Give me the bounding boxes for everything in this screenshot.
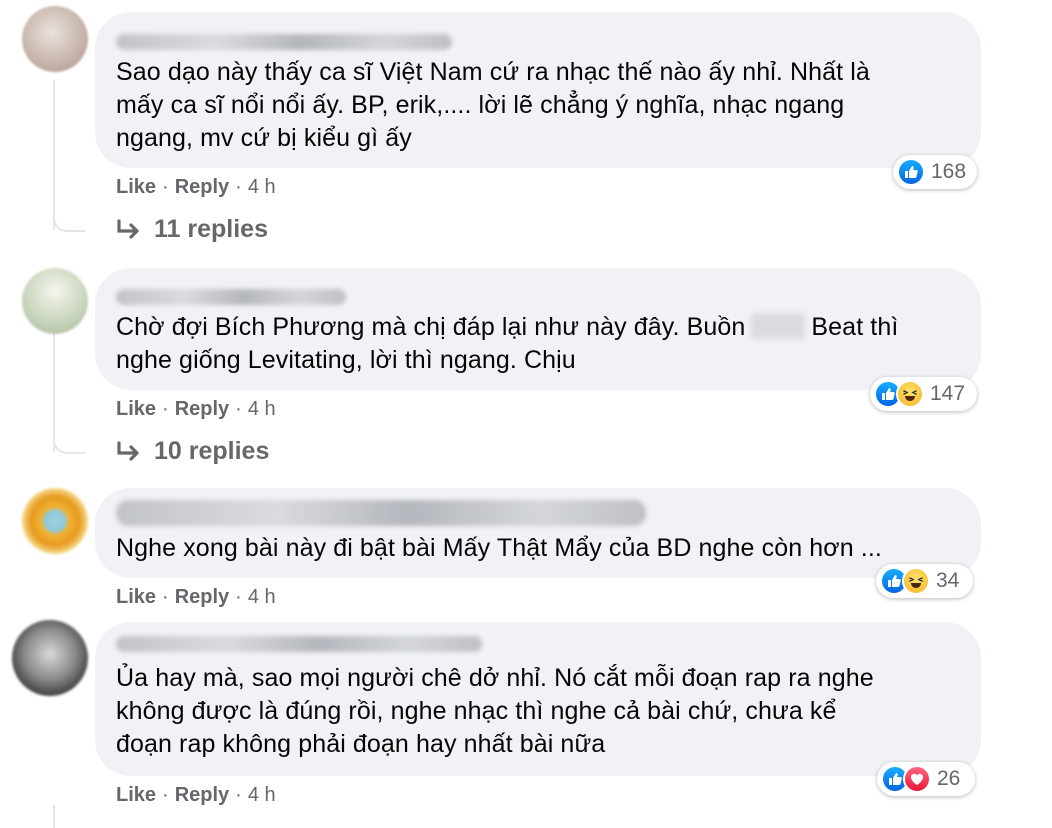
separator: · (162, 784, 169, 806)
comment-text-line: không được là đúng rồi, nghe nhạc thì ng… (116, 697, 837, 725)
like-icon (897, 158, 925, 186)
haha-icon (896, 380, 924, 408)
comment-actions: Like · Reply · 4 h (116, 586, 276, 609)
separator: · (235, 176, 242, 198)
like-link[interactable]: Like (116, 784, 156, 806)
comment-text-line: Nghe xong bài này đi bật bài Mấy Thật Mẩ… (116, 534, 882, 562)
like-link[interactable]: Like (116, 398, 156, 420)
separator: · (162, 586, 169, 608)
comment-text: Ủa hay mà, sao mọi người chê dở nhỉ. Nó … (116, 662, 966, 761)
reply-link[interactable]: Reply (175, 784, 229, 806)
separator: · (235, 784, 242, 806)
comment-text-line: Chờ đợi Bích Phương mà chị đáp lại như n… (116, 311, 966, 344)
comment-text: Sao dạo này thấy ca sĩ Việt Nam cứ ra nh… (116, 56, 966, 155)
reply-arrow-icon (117, 218, 139, 239)
reply-arrow-icon (117, 440, 139, 461)
comment-text: Nghe xong bài này đi bật bài Mấy Thật Mẩ… (116, 532, 976, 565)
comment-actions: Like · Reply · 4 h (116, 398, 276, 421)
reply-link[interactable]: Reply (175, 586, 229, 608)
reaction-count: 34 (936, 569, 960, 592)
comment-actions: Like · Reply · 4 h (116, 176, 276, 199)
reaction-summary[interactable]: 147 (870, 377, 977, 411)
comment-text-line: nghe giống Levitating, lời thì ngang. Ch… (116, 346, 576, 374)
reply-link[interactable]: Reply (175, 176, 229, 198)
reaction-summary[interactable]: 168 (893, 155, 977, 189)
comment-text: Chờ đợi Bích Phương mà chị đáp lại như n… (116, 311, 966, 377)
thread-line (53, 805, 55, 828)
separator: · (235, 586, 242, 608)
haha-icon (902, 567, 930, 595)
avatar[interactable] (22, 268, 88, 334)
timestamp[interactable]: 4 h (248, 398, 276, 420)
comment-text-line: ngang, mv cứ bị kiểu gì ấy (116, 124, 412, 152)
avatar[interactable] (22, 488, 88, 554)
avatar[interactable] (22, 6, 88, 72)
comment-author[interactable] (116, 34, 452, 50)
view-replies-button[interactable]: 10 replies (116, 437, 269, 466)
timestamp[interactable]: 4 h (248, 176, 276, 198)
timestamp[interactable]: 4 h (248, 784, 276, 806)
avatar[interactable] (12, 620, 88, 696)
like-link[interactable]: Like (116, 176, 156, 198)
censored-word (751, 313, 806, 339)
like-link[interactable]: Like (116, 586, 156, 608)
comment-text-line: đoạn rap không phải đoạn hay nhất bài nữ… (116, 730, 606, 758)
comment-text-line: mấy ca sĩ nổi nổi ấy. BP, erik,.... lời … (116, 91, 845, 119)
reaction-summary[interactable]: 34 (876, 564, 973, 598)
comment-author[interactable] (116, 289, 346, 305)
reply-link[interactable]: Reply (175, 398, 229, 420)
comment-author[interactable] (116, 636, 482, 652)
comment-text-line: Ủa hay mà, sao mọi người chê dở nhỉ. Nó … (116, 664, 874, 692)
separator: · (162, 176, 169, 198)
view-replies-button[interactable]: 11 replies (116, 215, 268, 244)
separator: · (162, 398, 169, 420)
comment-text-segment: Beat thì (811, 313, 899, 341)
replies-count: 10 replies (154, 437, 270, 465)
replies-count: 11 replies (154, 215, 268, 243)
thread-curve (53, 200, 85, 232)
comment-author[interactable] (116, 500, 646, 526)
reaction-summary[interactable]: 26 (877, 762, 975, 796)
reaction-count: 26 (937, 767, 961, 790)
reaction-count: 147 (930, 382, 966, 405)
comment-text-line: Sao dạo này thấy ca sĩ Việt Nam cứ ra nh… (116, 58, 870, 86)
separator: · (235, 398, 242, 420)
comment-text-segment: Chờ đợi Bích Phương mà chị đáp lại như n… (116, 313, 746, 341)
comment-actions: Like · Reply · 4 h (116, 784, 276, 807)
thread-curve (53, 422, 85, 454)
love-icon (903, 765, 931, 793)
timestamp[interactable]: 4 h (248, 586, 276, 608)
reaction-count: 168 (931, 160, 967, 183)
